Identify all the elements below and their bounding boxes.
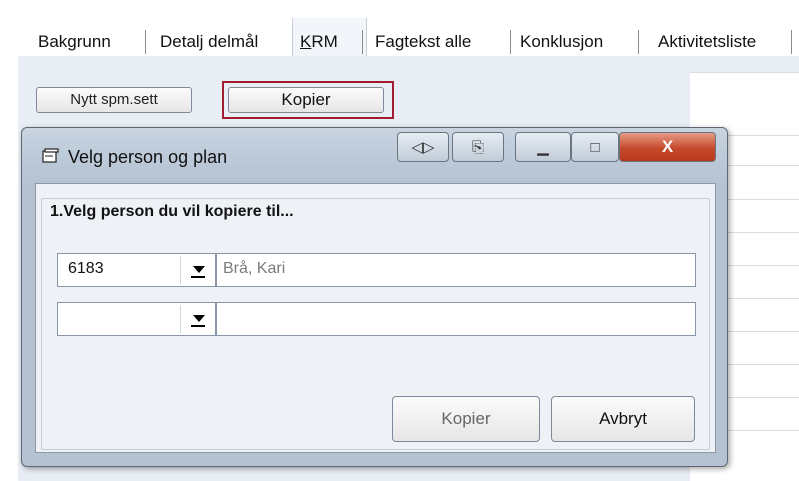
- dock-icon[interactable]: ⎘: [452, 132, 504, 162]
- dialog-avbryt-button[interactable]: Avbryt: [551, 396, 695, 442]
- tab-krm-accesskey: K: [300, 32, 312, 51]
- person-name-value: Brå, Kari: [223, 260, 286, 277]
- dropdown-arrow-icon[interactable]: [180, 305, 213, 333]
- window-app-icon: [42, 148, 59, 163]
- tab-aktivitetsliste[interactable]: Aktivitetsliste: [658, 30, 756, 54]
- tab-separator: [638, 30, 639, 54]
- person-id-combo[interactable]: [57, 302, 216, 336]
- person-id-value: 6183: [68, 260, 104, 277]
- kopier-button-highlight: [222, 81, 394, 119]
- tab-separator: [145, 30, 146, 54]
- tab-strip: Bakgrunn Detalj delmål KRM Fagtekst alle…: [0, 0, 799, 58]
- dropdown-arrow-icon[interactable]: [180, 256, 213, 284]
- dialog-title: Velg person og plan: [68, 147, 228, 167]
- person-name-field[interactable]: Brå, Kari: [216, 253, 696, 287]
- resize-arrows-icon[interactable]: ◁▷: [397, 132, 449, 162]
- tab-fagtekst-alle[interactable]: Fagtekst alle: [375, 30, 471, 54]
- person-name-field[interactable]: [216, 302, 696, 336]
- tab-krm-label-rest: RM: [311, 32, 338, 51]
- nytt-spm-sett-button[interactable]: Nytt spm.sett: [36, 87, 192, 113]
- tab-bakgrunn[interactable]: Bakgrunn: [38, 30, 111, 54]
- tab-krm[interactable]: KRM: [300, 30, 338, 54]
- dialog-kopier-button[interactable]: Kopier: [392, 396, 540, 442]
- minimize-icon[interactable]: ▁: [515, 132, 571, 162]
- step-label: 1.Velg person du vil kopiere til...: [50, 203, 294, 220]
- grid-row-line: [690, 72, 799, 73]
- tab-konklusjon[interactable]: Konklusjon: [520, 30, 603, 54]
- tab-separator: [510, 30, 511, 54]
- tab-separator: [362, 30, 363, 54]
- close-icon[interactable]: X: [619, 132, 716, 162]
- tab-detalj-delmal[interactable]: Detalj delmål: [160, 30, 258, 54]
- left-margin: [6, 56, 18, 481]
- person-id-combo[interactable]: 6183: [57, 253, 216, 287]
- maximize-icon[interactable]: □: [571, 132, 619, 162]
- tab-separator: [791, 30, 792, 54]
